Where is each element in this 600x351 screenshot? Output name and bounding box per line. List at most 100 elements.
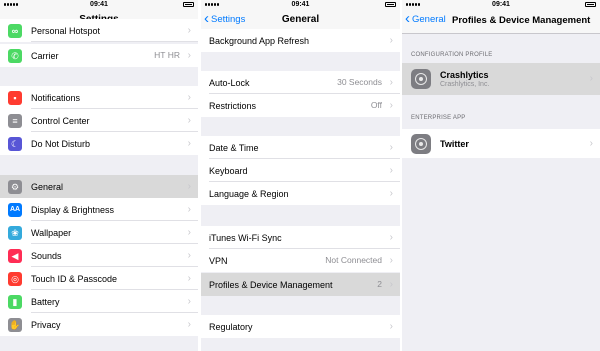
general-item-keyboard[interactable]: Keyboard ›: [201, 159, 400, 182]
settings-item-battery[interactable]: ▮ Battery ›: [0, 290, 198, 313]
settings-item-touch-id[interactable]: ◎ Touch ID & Passcode ›: [0, 267, 198, 290]
general-item-regulatory[interactable]: Regulatory ›: [201, 315, 400, 338]
general-item-restrictions[interactable]: Restrictions Off ›: [201, 94, 400, 117]
settings-item-privacy[interactable]: ✋ Privacy ›: [0, 313, 198, 336]
settings-item-do-not-disturb[interactable]: ☾ Do Not Disturb ›: [0, 132, 198, 155]
settings-item-label: Sounds: [31, 250, 62, 261]
fingerprint-icon: ◎: [8, 271, 22, 286]
general-item-language-region[interactable]: Language & Region ›: [201, 182, 400, 205]
speaker-icon: ◀: [8, 248, 22, 263]
general-item-label: Date & Time: [209, 142, 259, 153]
configuration-profile-row[interactable]: Crashlytics Crashlytics, Inc. ›: [402, 63, 600, 95]
settings-item-control-center[interactable]: ≡ Control Center ›: [0, 109, 198, 132]
chevron-right-icon: ›: [187, 138, 191, 149]
chevron-right-icon: ›: [389, 142, 393, 153]
status-bar: 09:41: [0, 0, 198, 9]
general-item-label: Keyboard: [209, 165, 248, 176]
restrictions-value: Off: [370, 100, 382, 110]
enterprise-app-row[interactable]: Twitter ›: [402, 129, 600, 158]
chevron-right-icon: ›: [389, 165, 393, 176]
general-item-auto-lock[interactable]: Auto-Lock 30 Seconds ›: [201, 71, 400, 94]
hotspot-icon: ∞: [8, 23, 22, 38]
display-icon: AA: [8, 202, 22, 217]
status-bar: 09:41: [201, 0, 400, 9]
chevron-right-icon: ›: [187, 115, 191, 126]
chevron-right-icon: ›: [589, 138, 593, 149]
hand-icon: ✋: [8, 317, 22, 332]
settings-item-display-brightness[interactable]: AA Display & Brightness ›: [0, 198, 198, 221]
chevron-right-icon: ›: [187, 92, 191, 103]
chevron-right-icon: ›: [187, 250, 191, 261]
chevron-right-icon: ›: [187, 50, 191, 61]
vpn-value: Not Connected: [325, 255, 382, 265]
settings-item-label: Control Center: [31, 115, 90, 126]
general-screen: 09:41 ‹ Settings General Background App …: [201, 0, 400, 351]
profiles-screen: 09:41 ‹ General Profiles & Device Manage…: [402, 0, 600, 351]
enterprise-app-name: Twitter: [440, 138, 469, 149]
settings-item-label: Wallpaper: [31, 227, 72, 238]
settings-item-label: Notifications: [31, 92, 81, 103]
settings-item-label: General: [31, 181, 64, 192]
gear-icon: [411, 69, 431, 89]
general-item-label: Restrictions: [209, 100, 257, 111]
settings-item-general[interactable]: ⚙ General ›: [0, 175, 198, 198]
chevron-left-icon: ‹: [405, 10, 410, 27]
profile-organization: Crashlytics, Inc.: [440, 81, 490, 88]
general-item-label: Auto-Lock: [209, 77, 250, 88]
carrier-value: HT HR: [154, 50, 180, 60]
chevron-right-icon: ›: [389, 255, 393, 266]
settings-item-wallpaper[interactable]: ❀ Wallpaper ›: [0, 221, 198, 244]
status-time: 09:41: [492, 1, 510, 8]
general-item-label: Language & Region: [209, 188, 289, 199]
page-title: Profiles & Device Management: [452, 15, 591, 26]
general-item-background-app-refresh[interactable]: Background App Refresh ›: [201, 29, 400, 52]
chevron-right-icon: ›: [187, 319, 191, 330]
control-center-icon: ≡: [8, 113, 22, 128]
status-bar: 09:41: [402, 0, 600, 9]
back-button-label: General: [412, 13, 446, 25]
chevron-right-icon: ›: [389, 232, 393, 243]
battery-icon: ▮: [8, 294, 22, 309]
chevron-right-icon: ›: [187, 273, 191, 284]
general-item-label: VPN: [209, 255, 228, 266]
auto-lock-value: 30 Seconds: [337, 77, 382, 87]
settings-item-carrier[interactable]: ✆ Carrier HT HR ›: [0, 44, 198, 67]
battery-status-icon: [183, 2, 194, 7]
gear-icon: [411, 133, 431, 154]
chevron-right-icon: ›: [187, 181, 191, 192]
battery-status-icon: [585, 2, 596, 7]
general-item-label: Background App Refresh: [209, 35, 310, 46]
page-title: General: [281, 14, 320, 25]
settings-screen: 09:41 Settings ∞ Personal Hotspot › ✆ Ca…: [0, 0, 198, 351]
section-header-enterprise-app: ENTERPRISE APP: [411, 115, 466, 121]
chevron-right-icon: ›: [187, 204, 191, 215]
settings-item-label: Do Not Disturb: [31, 138, 91, 149]
settings-item-notifications[interactable]: ▪ Notifications ›: [0, 86, 198, 109]
general-item-label: Profiles & Device Management: [209, 279, 333, 290]
chevron-right-icon: ›: [389, 77, 393, 88]
gear-icon: ⚙: [8, 179, 22, 194]
general-item-vpn[interactable]: VPN Not Connected ›: [201, 249, 400, 272]
battery-status-icon: [385, 2, 396, 7]
chevron-right-icon: ›: [589, 73, 593, 84]
general-item-label: Regulatory: [209, 321, 253, 332]
settings-item-personal-hotspot[interactable]: ∞ Personal Hotspot ›: [0, 19, 198, 42]
wallpaper-icon: ❀: [8, 225, 22, 240]
settings-item-label: Battery: [31, 296, 60, 307]
phone-icon: ✆: [8, 48, 22, 63]
back-button[interactable]: ‹ General: [405, 10, 446, 27]
general-item-profiles-device-management[interactable]: Profiles & Device Management 2 ›: [201, 273, 400, 296]
status-time: 09:41: [90, 1, 108, 8]
general-item-itunes-wifi-sync[interactable]: iTunes Wi-Fi Sync ›: [201, 226, 400, 249]
settings-item-label: Touch ID & Passcode: [31, 273, 118, 284]
chevron-right-icon: ›: [389, 188, 393, 199]
settings-item-label: Display & Brightness: [31, 204, 115, 215]
chevron-right-icon: ›: [389, 321, 393, 332]
chevron-right-icon: ›: [187, 25, 191, 36]
chevron-right-icon: ›: [389, 35, 393, 46]
chevron-right-icon: ›: [187, 227, 191, 238]
settings-item-label: Privacy: [31, 319, 61, 330]
status-time: 09:41: [291, 1, 310, 8]
settings-item-sounds[interactable]: ◀ Sounds ›: [0, 244, 198, 267]
general-item-date-time[interactable]: Date & Time ›: [201, 136, 400, 159]
